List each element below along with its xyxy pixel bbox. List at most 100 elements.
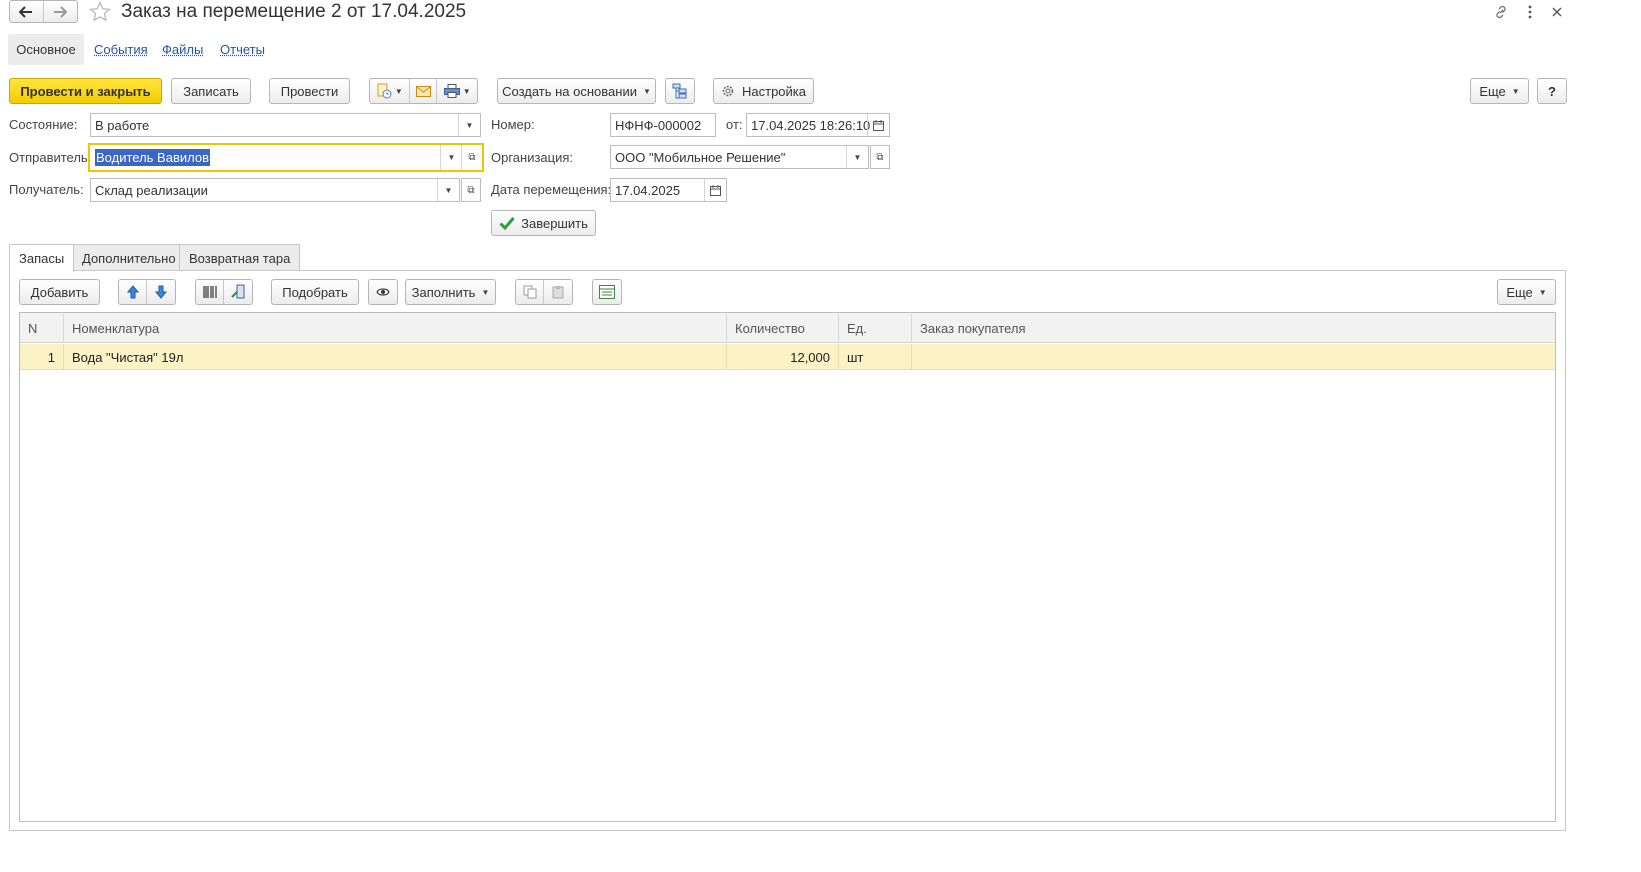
close-icon[interactable] <box>1551 6 1563 18</box>
from-label: от: <box>726 117 743 132</box>
copy-paste-group <box>515 279 573 305</box>
receiver-field[interactable]: Склад реализации ▼ <box>90 178 460 202</box>
window-title: Заказ на перемещение 2 от 17.04.2025 <box>121 1 467 22</box>
post-button[interactable]: Провести <box>269 78 350 104</box>
sender-value: Водитель Вавилов <box>95 149 210 166</box>
view-button[interactable] <box>368 279 398 305</box>
tab-main[interactable]: Основное <box>8 34 84 65</box>
back-button[interactable] <box>10 1 44 22</box>
scanner-device-icon <box>231 284 245 299</box>
number-label: Номер: <box>491 117 535 132</box>
print-button[interactable]: ▼ <box>437 79 477 103</box>
cell-customer-order[interactable] <box>912 344 1555 370</box>
data-collection-terminal-button[interactable] <box>224 280 252 304</box>
tab-stock[interactable]: Запасы <box>9 244 75 272</box>
paste-button[interactable] <box>544 280 572 304</box>
state-value: В работе <box>95 117 150 133</box>
org-open-button[interactable]: ⧉ <box>870 145 890 169</box>
chevron-down-icon[interactable]: ▼ <box>458 114 480 136</box>
move-date-label: Дата перемещения: <box>491 182 612 197</box>
chevron-down-icon: ▼ <box>1538 287 1547 297</box>
email-button[interactable] <box>410 79 438 103</box>
tab-files[interactable]: Файлы <box>162 42 203 57</box>
receiver-value: Склад реализации <box>95 182 208 198</box>
table-more-label: Еще <box>1506 284 1533 300</box>
tools-group: ▼ ▼ <box>369 78 478 104</box>
cell-item[interactable]: Вода "Чистая" 19л <box>64 344 727 370</box>
receiver-open-button[interactable]: ⧉ <box>461 178 481 202</box>
add-row-button[interactable]: Добавить <box>19 279 100 305</box>
barcode-button[interactable] <box>196 280 225 304</box>
number-value: НФНФ-000002 <box>615 117 702 133</box>
tab-stock-label: Запасы <box>19 251 65 266</box>
chevron-down-icon[interactable]: ▼ <box>437 179 459 201</box>
chevron-down-icon: ▼ <box>462 86 471 96</box>
envelope-icon <box>415 85 431 97</box>
receiver-label: Получатель: <box>9 182 84 197</box>
column-header-item[interactable]: Номенклатура <box>64 314 727 342</box>
column-header-quantity[interactable]: Количество <box>727 314 839 342</box>
tab-additional[interactable]: Дополнительно <box>72 244 186 271</box>
sender-field[interactable]: Водитель Вавилов ▼ ⧉ <box>88 143 484 172</box>
column-header-unit[interactable]: Ед. <box>839 314 912 342</box>
forward-button[interactable] <box>44 1 78 22</box>
tab-additional-label: Дополнительно <box>82 250 176 266</box>
tab-events[interactable]: События <box>94 42 148 57</box>
tab-main-label: Основное <box>16 42 76 57</box>
scan-group <box>195 279 253 305</box>
settings-button[interactable]: Настройка <box>713 78 814 104</box>
move-down-button[interactable] <box>147 280 175 304</box>
structure-button[interactable] <box>665 78 695 104</box>
table-more-button[interactable]: Еще ▼ <box>1497 279 1556 305</box>
chevron-down-icon: ▼ <box>481 287 490 297</box>
calendar-icon[interactable] <box>867 114 889 136</box>
barcode-icon <box>202 286 217 298</box>
open-icon[interactable]: ⧉ <box>461 145 482 170</box>
tab-returnable-packaging[interactable]: Возвратная тара <box>179 244 301 271</box>
history-nav <box>9 0 78 23</box>
move-rows-group <box>118 279 176 305</box>
tab-reports[interactable]: Отчеты <box>220 42 265 57</box>
hierarchy-icon <box>672 83 687 99</box>
date-from-value: 17.04.2025 18:26:10 <box>751 117 871 133</box>
finish-label: Завершить <box>521 215 588 231</box>
document-history-button[interactable]: ▼ <box>370 79 410 103</box>
paste-icon <box>552 286 564 299</box>
post-and-close-button[interactable]: Провести и закрыть <box>9 78 162 104</box>
chevron-down-icon[interactable]: ▼ <box>440 145 462 170</box>
cell-n[interactable]: 1 <box>20 344 64 370</box>
state-select[interactable]: В работе ▼ <box>90 113 481 137</box>
arrow-down-icon <box>155 285 167 299</box>
number-field[interactable]: НФНФ-000002 <box>610 113 716 137</box>
move-date-field[interactable]: 17.04.2025 <box>610 178 727 202</box>
chevron-down-icon: ▼ <box>642 86 651 96</box>
finish-button[interactable]: Завершить <box>491 210 596 236</box>
fill-button[interactable]: Заполнить ▼ <box>405 279 496 305</box>
more-label: Еще <box>1479 83 1506 99</box>
copy-button[interactable] <box>516 280 545 304</box>
more-vertical-icon[interactable] <box>1525 4 1535 20</box>
state-label: Состояние: <box>9 117 78 132</box>
output-list-button[interactable] <box>592 279 622 305</box>
printer-icon <box>443 84 460 98</box>
chevron-down-icon[interactable]: ▼ <box>846 146 868 168</box>
column-header-n[interactable]: N <box>20 314 64 342</box>
more-button[interactable]: Еще ▼ <box>1470 78 1529 104</box>
date-from-field[interactable]: 17.04.2025 18:26:10 <box>746 113 890 137</box>
calendar-icon[interactable] <box>704 179 726 201</box>
star-icon[interactable] <box>89 1 111 23</box>
save-button[interactable]: Записать <box>171 78 251 104</box>
sender-label: Отправитель: <box>9 150 92 165</box>
help-button[interactable]: ? <box>1537 78 1567 104</box>
org-field[interactable]: ООО "Мобильное Решение" ▼ <box>610 145 869 169</box>
move-up-button[interactable] <box>119 280 148 304</box>
column-header-customer-order[interactable]: Заказ покупателя <box>912 314 1555 342</box>
open-icon: ⧉ <box>876 151 884 163</box>
pick-button[interactable]: Подобрать <box>271 279 359 305</box>
move-date-value: 17.04.2025 <box>615 182 681 198</box>
cell-quantity[interactable]: 12,000 <box>727 344 839 370</box>
create-based-on-button[interactable]: Создать на основании ▼ <box>497 78 656 104</box>
arrow-up-icon <box>126 285 139 299</box>
cell-unit[interactable]: шт <box>839 344 912 370</box>
link-icon[interactable] <box>1493 4 1509 20</box>
